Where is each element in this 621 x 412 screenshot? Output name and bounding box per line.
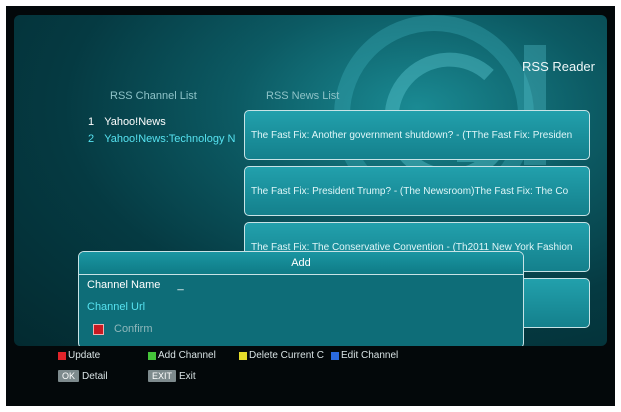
green-key-icon	[148, 351, 156, 360]
add-channel-dialog: Add Channel Name _ Channel Url Confirm	[78, 251, 524, 346]
channel-item-2[interactable]: 2 Yahoo!News:Technology N	[88, 133, 235, 145]
channel-name-label: Channel Name	[87, 279, 161, 291]
detail-hint: OK Detail	[58, 370, 108, 382]
channel-item-1[interactable]: 1 Yahoo!News	[88, 116, 166, 128]
confirm-button[interactable]: Confirm	[93, 323, 153, 335]
edit-channel-label: Edit Channel	[341, 350, 399, 361]
channel-url-label: Channel Url	[87, 301, 146, 313]
add-channel-label: Add Channel	[158, 350, 216, 361]
exit-hint: EXIT Exit	[148, 370, 196, 382]
delete-current-hint: Delete Current C	[239, 350, 324, 361]
news-item-1[interactable]: The Fast Fix: Another government shutdow…	[244, 110, 590, 160]
add-channel-hint: Add Channel	[148, 350, 216, 361]
update-label: Update	[68, 350, 101, 361]
channel-name-value: _	[177, 279, 184, 291]
news-item-2[interactable]: The Fast Fix: President Trump? - (The Ne…	[244, 166, 590, 216]
channel-number: 1	[88, 116, 95, 128]
confirm-checkbox-icon	[93, 323, 104, 335]
update-hint: Update	[58, 350, 100, 361]
channel-name: Yahoo!News:Technology N	[104, 133, 236, 145]
channel-number: 2	[88, 133, 95, 145]
app-title: RSS Reader	[522, 59, 595, 74]
channel-url-field[interactable]: Channel Url	[87, 301, 145, 313]
tv-screen: RSS Reader RSS Channel List RSS News Lis…	[6, 6, 615, 406]
edit-channel-hint: Edit Channel	[331, 350, 398, 361]
exit-label: Exit	[179, 370, 196, 382]
exit-key: EXIT	[148, 370, 177, 382]
delete-current-label: Delete Current C	[249, 350, 325, 361]
rss-reader-panel: RSS Reader RSS Channel List RSS News Lis…	[14, 15, 607, 346]
dialog-title: Add	[79, 252, 523, 275]
channel-name: Yahoo!News	[104, 116, 166, 128]
detail-label: Detail	[82, 370, 108, 382]
channel-list-header: RSS Channel List	[110, 90, 197, 102]
confirm-label: Confirm	[114, 323, 153, 335]
ok-key: OK	[58, 370, 80, 382]
channel-name-field[interactable]: Channel Name _	[87, 279, 184, 291]
news-list-header: RSS News List	[266, 90, 340, 102]
yellow-key-icon	[239, 351, 247, 360]
blue-key-icon	[331, 351, 339, 360]
red-key-icon	[58, 351, 66, 360]
